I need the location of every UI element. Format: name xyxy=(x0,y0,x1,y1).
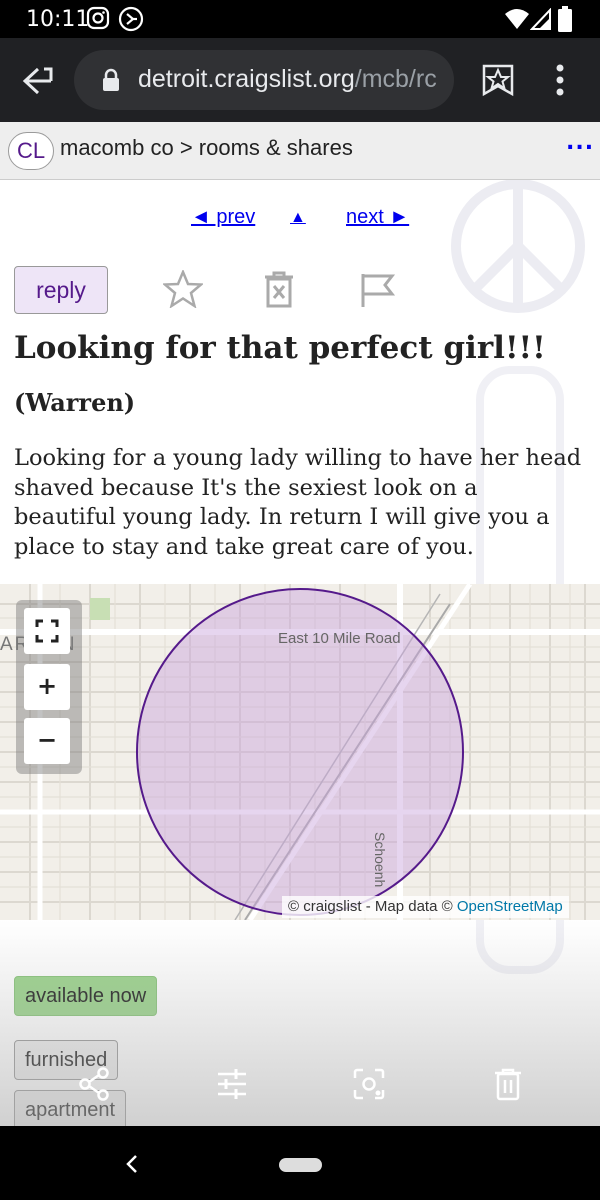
url-host: detroit.craigslist.org xyxy=(138,65,355,93)
share-icon[interactable] xyxy=(76,1066,112,1102)
menu-dots-icon[interactable] xyxy=(552,62,568,98)
cast-icon xyxy=(118,6,144,32)
instagram-icon xyxy=(86,6,110,30)
prev-link-text[interactable]: ◄ prev xyxy=(191,206,255,228)
favorite-star-icon[interactable] xyxy=(163,270,203,308)
posting-location: (Warren) xyxy=(14,388,136,417)
adjust-icon[interactable] xyxy=(214,1066,250,1102)
cl-logo[interactable]: CL xyxy=(8,132,54,170)
next-link-text[interactable]: next ► xyxy=(346,206,409,228)
zoom-out-button[interactable]: − xyxy=(24,718,70,764)
back-icon[interactable] xyxy=(20,63,56,99)
map-label-road: East 10 Mile Road xyxy=(278,630,401,647)
address-bar[interactable]: detroit.craigslist.org/mcb/rc xyxy=(74,50,454,110)
prev-link[interactable]: ◄ prev xyxy=(191,206,255,229)
hide-trash-icon[interactable] xyxy=(262,270,296,308)
map-attribution: © craigslist - Map data © OpenStreetMap xyxy=(282,896,569,918)
lock-icon xyxy=(103,68,119,91)
url-text: detroit.craigslist.org/mcb/rc xyxy=(138,65,437,94)
breadcrumb[interactable]: macomb co > rooms & shares xyxy=(60,135,353,161)
delete-icon[interactable] xyxy=(490,1066,526,1102)
openstreetmap-link[interactable]: OpenStreetMap xyxy=(457,898,563,915)
availability-tag: available now xyxy=(14,976,158,1016)
nav-back-icon[interactable] xyxy=(122,1152,142,1176)
status-time: 10:11 xyxy=(26,7,90,32)
reply-button[interactable]: reply xyxy=(14,266,108,314)
wifi-icon xyxy=(505,9,529,29)
next-link[interactable]: next ► xyxy=(346,206,409,229)
up-link-text[interactable]: ▲ xyxy=(290,209,306,226)
zoom-in-button[interactable]: + xyxy=(24,664,70,710)
nav-home-pill[interactable] xyxy=(279,1158,322,1172)
bookmark-star-icon[interactable] xyxy=(480,62,516,98)
battery-icon xyxy=(558,6,572,32)
posting-body: Looking for a young lady willing to have… xyxy=(14,445,582,560)
url-path: /mcb/rc xyxy=(354,65,437,93)
fullscreen-icon xyxy=(35,619,59,643)
system-nav-bar xyxy=(0,1126,600,1200)
map-label-street: Schoenh xyxy=(372,832,388,888)
signal-icon xyxy=(530,8,551,30)
flag-icon[interactable] xyxy=(360,272,396,308)
posting-title: Looking for that perfect girl!!! xyxy=(14,330,546,366)
up-link[interactable]: ▲ xyxy=(290,209,306,227)
status-bar: 10:11 xyxy=(0,0,600,38)
lens-icon[interactable] xyxy=(351,1066,387,1102)
fullscreen-button[interactable] xyxy=(24,608,70,654)
browser-toolbar: detroit.craigslist.org/mcb/rc xyxy=(0,38,600,122)
map[interactable]: ARREN East 10 Mile Road Schoenh xyxy=(0,584,600,920)
map-controls: + − xyxy=(16,600,82,774)
craigslist-header: CL macomb co > rooms & shares ... xyxy=(0,122,600,180)
attribution-text: © craigslist - Map data © xyxy=(288,898,453,915)
more-menu-button[interactable]: ... xyxy=(566,130,594,155)
